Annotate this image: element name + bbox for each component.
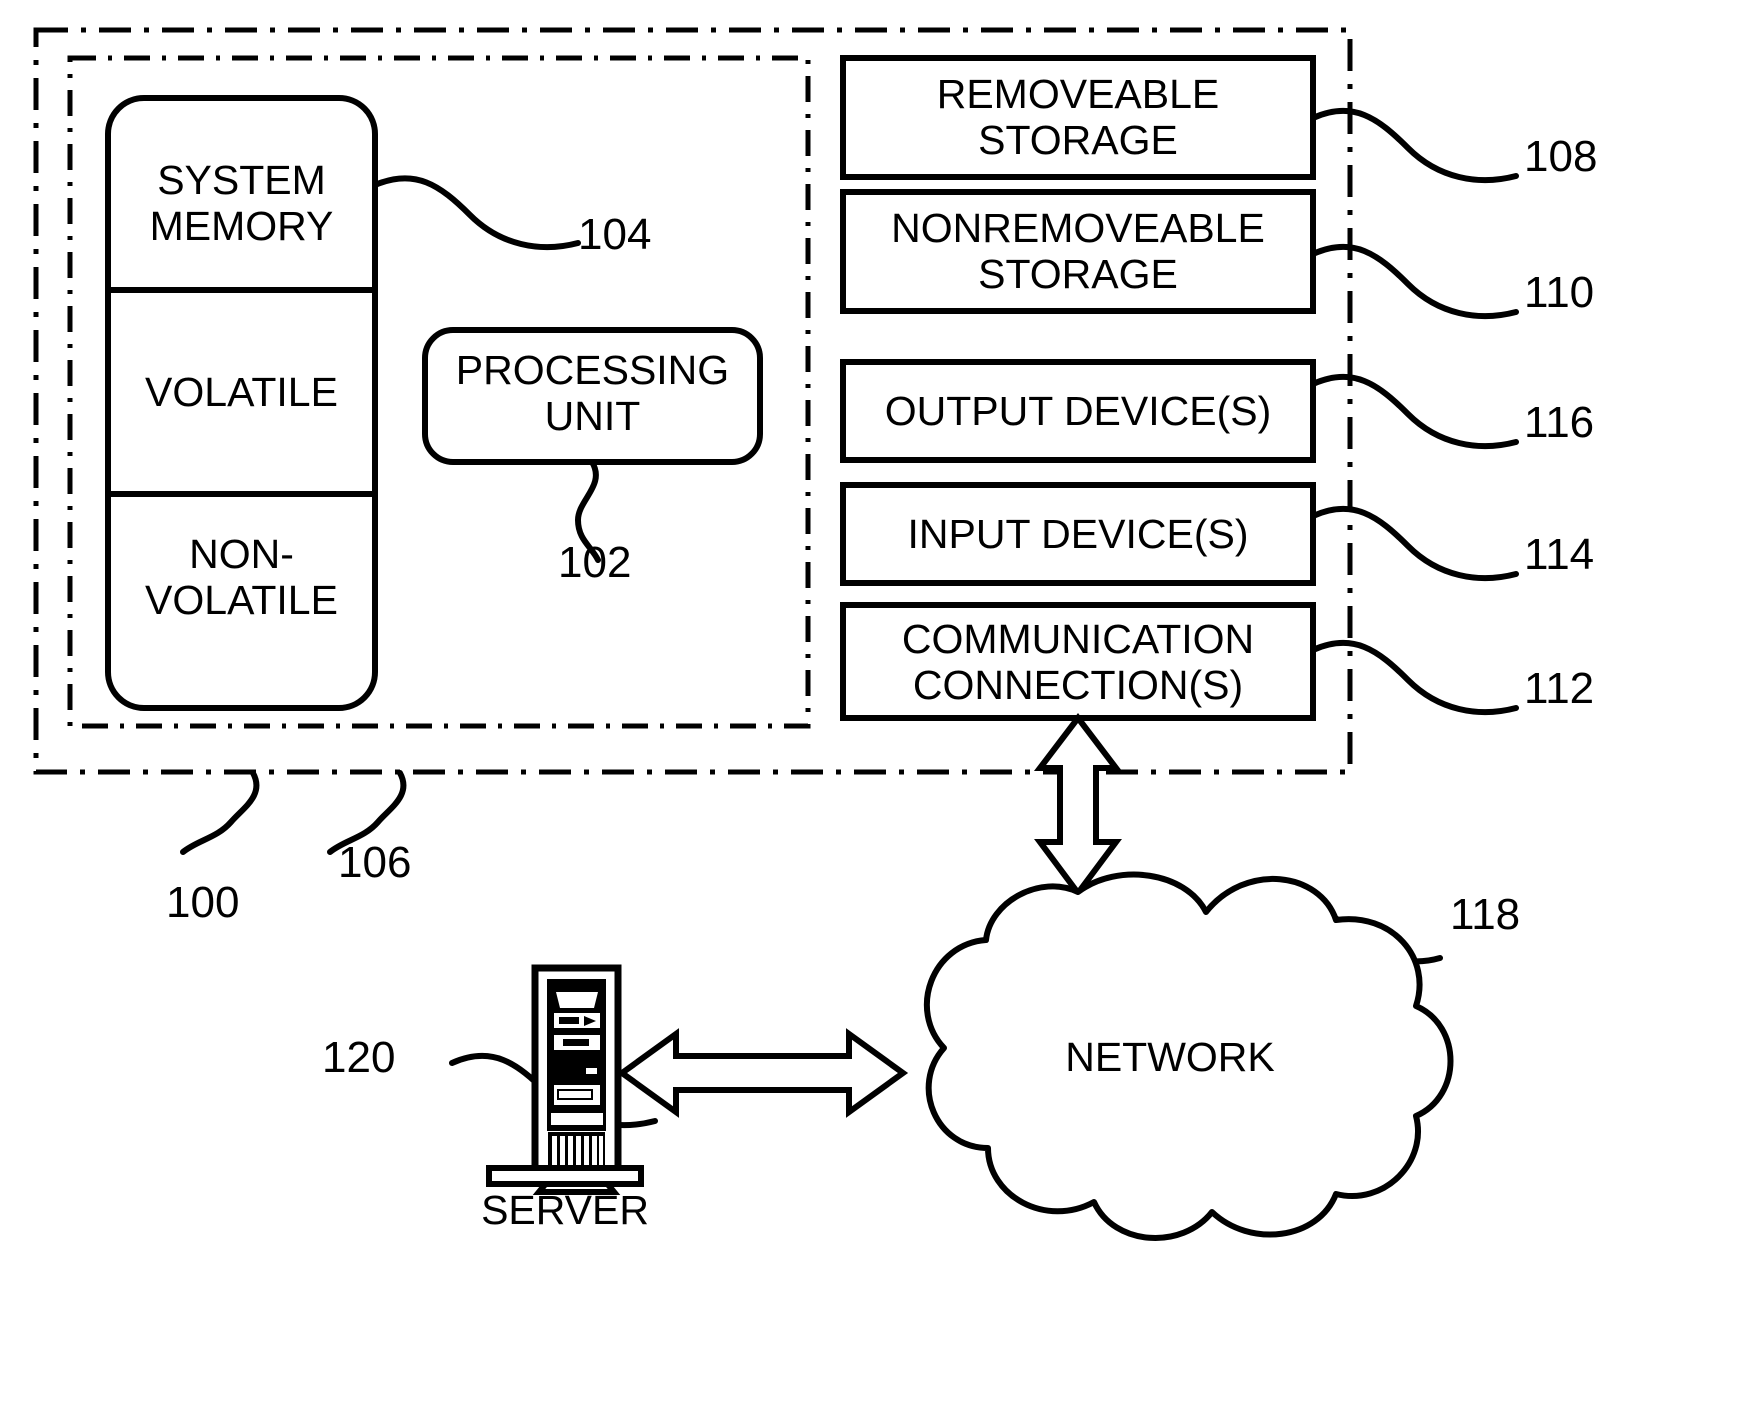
leader-line-104 [372, 175, 581, 251]
output-devices-box [840, 359, 1316, 463]
removeable-storage-box [840, 55, 1316, 180]
server-drive-bay-2-slot [559, 1017, 579, 1024]
leader-line-114 [1310, 505, 1519, 582]
leader-line-116 [1310, 373, 1519, 450]
server-drive-bay-3-slot [563, 1039, 589, 1046]
server-led [586, 1068, 597, 1074]
vertical-double-arrow [1033, 713, 1123, 899]
leader-line-102 [574, 459, 601, 563]
leader-line-112 [1310, 639, 1519, 716]
network-cloud [924, 871, 1454, 1241]
system-memory-box [105, 95, 378, 711]
input-devices-box [840, 482, 1316, 586]
leader-line-106 [327, 770, 407, 855]
server-drive-bay-1 [556, 992, 598, 1008]
processing-unit-box [422, 327, 763, 465]
nonremoveable-storage-box [840, 189, 1316, 314]
horizontal-double-arrow [616, 1028, 909, 1118]
communication-connections-box [840, 602, 1316, 721]
diagram-canvas [33, 27, 1519, 1241]
leader-line-100 [180, 770, 260, 855]
patent-figure: SYSTEM MEMORY VOLATILE NON- VOLATILE PRO… [0, 0, 1754, 1400]
leader-line-108 [1310, 107, 1519, 184]
leader-line-110 [1310, 243, 1519, 320]
server-lower-strip [549, 1111, 605, 1127]
server-lower-bay-slot [557, 1089, 593, 1100]
